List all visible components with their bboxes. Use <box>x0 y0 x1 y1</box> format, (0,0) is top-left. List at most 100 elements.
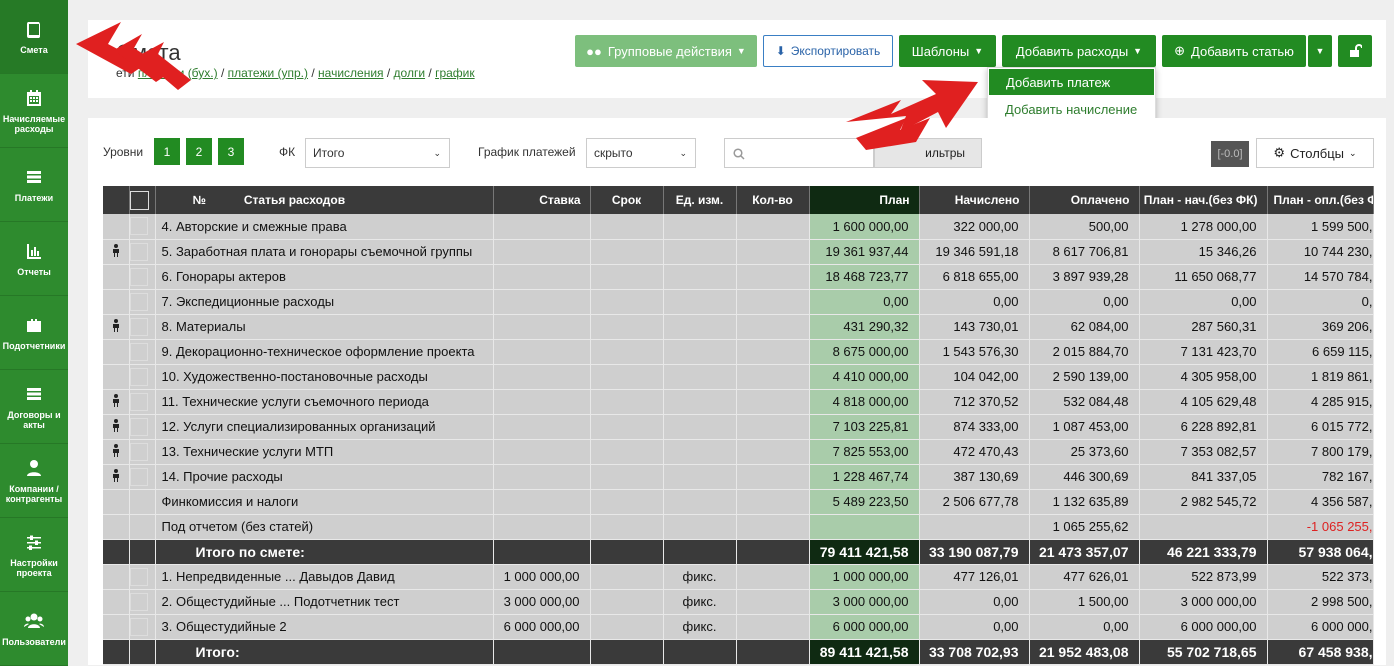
row-select-cell[interactable] <box>129 214 156 240</box>
row-name[interactable]: 4. Авторские и смежные права <box>155 214 494 240</box>
row-name[interactable]: 8. Материалы <box>155 314 494 340</box>
row-select-cell[interactable] <box>129 239 156 265</box>
row-checkbox[interactable] <box>129 267 148 286</box>
header-rate[interactable]: Ставка <box>493 186 591 214</box>
add-article-dropdown-toggle[interactable]: ▼ <box>1308 35 1332 67</box>
row-select-cell[interactable] <box>129 614 156 640</box>
breadcrumb-link[interactable]: платежи (бух.) <box>138 66 218 80</box>
row-checkbox[interactable] <box>129 317 148 336</box>
header-plan[interactable]: План <box>809 186 920 214</box>
sidebar-item-7[interactable]: Настройки проекта <box>0 518 68 592</box>
breadcrumb-link[interactable]: долги <box>394 66 426 80</box>
level-1-button[interactable]: 1 <box>154 138 180 165</box>
row-select-cell[interactable] <box>129 289 156 315</box>
breadcrumb-link[interactable]: платежи (упр.) <box>228 66 308 80</box>
row-name[interactable]: 9. Декорационно-техническое оформление п… <box>155 339 494 365</box>
row-checkbox[interactable] <box>129 592 148 611</box>
row-checkbox[interactable] <box>129 417 148 436</box>
row-checkbox[interactable] <box>129 242 148 261</box>
add-expenses-button[interactable]: Добавить расходы ▼ <box>1002 35 1156 67</box>
sidebar-item-1[interactable]: Начисляемые расходы <box>0 74 68 148</box>
table-row[interactable]: 6. Гонорары актеров 18 468 723,77 6 818 65… <box>103 264 1374 290</box>
row-name[interactable]: 3. Общестудийные 2 <box>155 614 494 640</box>
table-row[interactable]: 5. Заработная плата и гонорары съемочной… <box>103 239 1374 265</box>
table-row[interactable]: 11. Технические услуги съемочного период… <box>103 389 1374 415</box>
sidebar-item-3[interactable]: Отчеты <box>0 222 68 296</box>
unlock-button[interactable] <box>1338 35 1372 67</box>
header-unit[interactable]: Ед. изм. <box>663 186 737 214</box>
row-name[interactable]: 11. Технические услуги съемочного период… <box>155 389 494 415</box>
export-button[interactable]: ⬇ Экспортировать <box>763 35 893 67</box>
search-input[interactable] <box>724 138 874 168</box>
table-row[interactable]: 4. Авторские и смежные права 1 600 000,00… <box>103 214 1374 240</box>
table-row[interactable]: 3. Общестудийные 26 000 000,00 фикс. 6 000… <box>103 614 1374 640</box>
table-row[interactable]: 7. Экспедиционные расходы 0,00 0,00 0,00 0,0… <box>103 289 1374 315</box>
header-term[interactable]: Срок <box>590 186 664 214</box>
row-name[interactable]: 13. Технические услуги МТП <box>155 439 494 465</box>
row-name[interactable]: 5. Заработная плата и гонорары съемочной… <box>155 239 494 265</box>
header-qty[interactable]: Кол-во <box>736 186 810 214</box>
row-checkbox[interactable] <box>129 467 148 486</box>
row-name[interactable]: Под отчетом (без статей) <box>155 514 494 540</box>
table-row[interactable]: 1. Непредвиденные ... Давыдов Давид 1 000… <box>103 564 1374 590</box>
sidebar-item-5[interactable]: Договоры и акты <box>0 370 68 444</box>
breadcrumb-link[interactable]: начисления <box>318 66 384 80</box>
row-name[interactable]: 7. Экспедиционные расходы <box>155 289 494 315</box>
row-checkbox[interactable] <box>129 617 148 636</box>
row-checkbox[interactable] <box>129 292 148 311</box>
row-select-cell[interactable] <box>129 439 156 465</box>
row-select-cell[interactable] <box>129 414 156 440</box>
table-row[interactable]: 2. Общестудийные ... Подотчетник тест 3 0… <box>103 589 1374 615</box>
header-article[interactable]: № Статья расходов <box>155 186 494 214</box>
header-paid[interactable]: Оплачено <box>1029 186 1140 214</box>
table-row[interactable]: 14. Прочие расходы 1 228 467,74 387 130,69… <box>103 464 1374 490</box>
breadcrumb-link[interactable]: график <box>435 66 475 80</box>
menu-item-0[interactable]: Добавить платеж <box>989 69 1154 95</box>
fk-select[interactable]: Итого ⌄ <box>305 138 450 168</box>
row-checkbox[interactable] <box>129 342 148 361</box>
filters-button[interactable]: ильтры <box>874 138 982 168</box>
schedule-select[interactable]: скрыто ⌄ <box>586 138 696 168</box>
row-select-cell[interactable] <box>129 564 156 590</box>
table-row[interactable]: 10. Художественно-постановочные расходы 4… <box>103 364 1374 390</box>
table-row[interactable]: 9. Декорационно-техническое оформление п… <box>103 339 1374 365</box>
row-name[interactable]: 1. Непредвиденные ... Давыдов Давид <box>155 564 494 590</box>
row-checkbox[interactable] <box>129 217 148 236</box>
row-select-cell[interactable] <box>129 464 156 490</box>
sidebar-item-6[interactable]: Компании / контрагенты <box>0 444 68 518</box>
header-plan-paid[interactable]: План - опл.(без Ф <box>1267 186 1374 214</box>
row-checkbox[interactable] <box>129 392 148 411</box>
row-select-cell[interactable] <box>129 314 156 340</box>
sidebar-item-4[interactable]: Подотчетники <box>0 296 68 370</box>
row-name[interactable]: Финкомиссия и налоги <box>155 489 494 515</box>
row-select-cell[interactable] <box>129 364 156 390</box>
select-all-checkbox[interactable] <box>129 190 149 210</box>
row-select-cell[interactable] <box>129 589 156 615</box>
sidebar-item-8[interactable]: Пользователи <box>0 592 68 666</box>
header-select-all[interactable] <box>129 186 156 214</box>
columns-button[interactable]: ⚙ Столбцы ⌄ <box>1256 138 1374 168</box>
row-name[interactable]: 14. Прочие расходы <box>155 464 494 490</box>
row-checkbox[interactable] <box>129 367 148 386</box>
table-row[interactable]: 12. Услуги специализированных организаци… <box>103 414 1374 440</box>
table-row[interactable]: Под отчетом (без статей) 1 065 255,62 -1 0… <box>103 514 1374 540</box>
row-name[interactable]: 10. Художественно-постановочные расходы <box>155 364 494 390</box>
templates-button[interactable]: Шаблоны ▼ <box>899 35 996 67</box>
header-plan-accrued[interactable]: План - нач.(без ФК) <box>1139 186 1268 214</box>
row-name[interactable]: 12. Услуги специализированных организаци… <box>155 414 494 440</box>
add-article-button[interactable]: ⊕ Добавить статью <box>1162 35 1306 67</box>
row-select-cell[interactable] <box>129 389 156 415</box>
row-name[interactable]: 2. Общестудийные ... Подотчетник тест <box>155 589 494 615</box>
header-accrued[interactable]: Начислено <box>919 186 1030 214</box>
table-row[interactable]: 8. Материалы 431 290,32 143 730,01 62 084,0… <box>103 314 1374 340</box>
sidebar-item-0[interactable]: Смета <box>0 0 68 74</box>
row-checkbox[interactable] <box>129 567 148 586</box>
level-2-button[interactable]: 2 <box>186 138 212 165</box>
row-select-cell[interactable] <box>129 339 156 365</box>
level-3-button[interactable]: 3 <box>218 138 244 165</box>
row-select-cell[interactable] <box>129 264 156 290</box>
row-checkbox[interactable] <box>129 442 148 461</box>
group-actions-button[interactable]: ●● Групповые действия ▼ <box>575 35 757 67</box>
table-row[interactable]: 13. Технические услуги МТП 7 825 553,00 47… <box>103 439 1374 465</box>
table-row[interactable]: Финкомиссия и налоги 5 489 223,50 2 506 67… <box>103 489 1374 515</box>
